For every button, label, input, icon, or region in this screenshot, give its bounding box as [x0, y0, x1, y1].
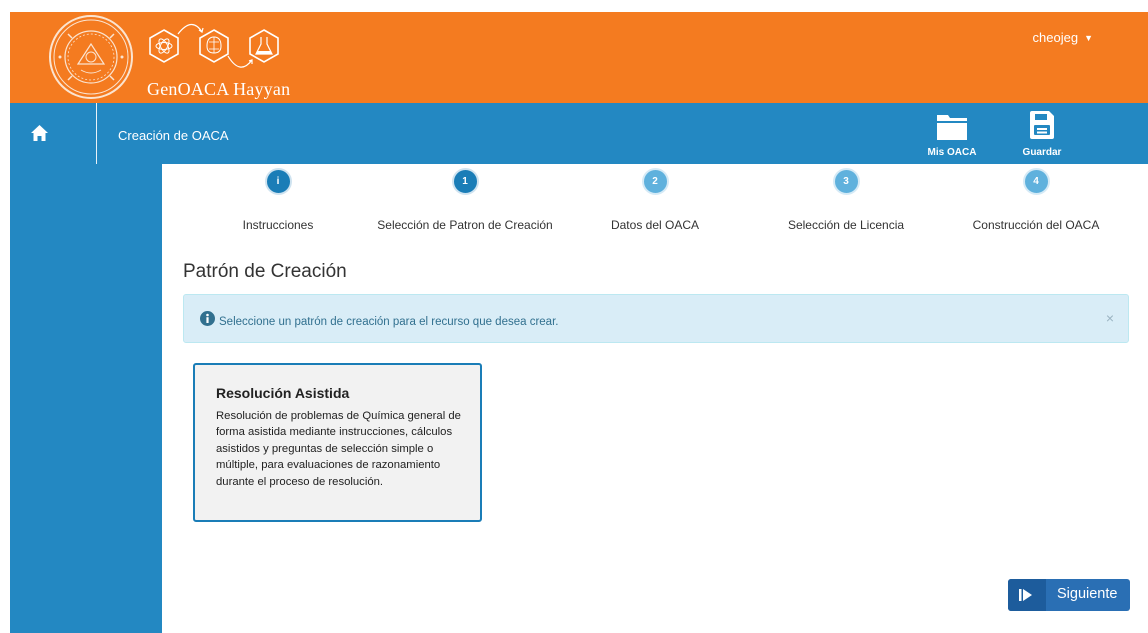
step-construccion-oaca[interactable]: 4 Construcción del OACA	[936, 168, 1136, 232]
genoaca-hexagon-logo	[144, 20, 294, 80]
user-menu[interactable]: cheojeg ▼	[1033, 30, 1093, 45]
brand-name: GenOACA Hayyan	[147, 79, 291, 99]
forward-icon	[1019, 589, 1032, 601]
home-button[interactable]	[10, 103, 96, 164]
caret-down-icon: ▼	[1084, 33, 1093, 43]
guardar-button[interactable]: Guardar	[1012, 107, 1072, 159]
step-label: Construcción del OACA	[972, 218, 1100, 232]
user-name: cheojeg	[1032, 30, 1079, 45]
save-icon	[1030, 111, 1054, 139]
nav-divider	[96, 103, 97, 164]
step-label: Selección de Licencia	[787, 218, 905, 232]
page-title: Patrón de Creación	[183, 261, 347, 282]
home-icon	[31, 125, 48, 141]
step-label: Selección de Patron de Creación	[377, 218, 553, 232]
next-label: Siguiente	[1057, 586, 1118, 602]
top-navbar: Creación de OACA Mis OACA Guardar	[10, 103, 1148, 164]
info-alert: Seleccione un patrón de creación para el…	[183, 294, 1129, 343]
step-marker: 2	[641, 168, 669, 195]
page-breadcrumb: Creación de OACA	[118, 128, 229, 143]
step-label: Datos del OACA	[610, 218, 700, 232]
step-label: Instrucciones	[242, 218, 314, 232]
step-marker: 4	[1022, 168, 1050, 195]
step-instrucciones[interactable]: i Instrucciones	[178, 168, 378, 232]
mis-oaca-button[interactable]: Mis OACA	[922, 107, 982, 159]
step-marker: i	[264, 168, 292, 195]
wizard-steps: i Instrucciones 1 Selección de Patron de…	[162, 168, 1148, 238]
alert-message: Seleccione un patrón de creación para el…	[219, 316, 559, 328]
card-description: Resolución de problemas de Química gener…	[216, 410, 461, 488]
step-seleccion-patron[interactable]: 1 Selección de Patron de Creación	[365, 168, 565, 232]
top-strip	[0, 0, 1148, 12]
folder-icon	[937, 115, 967, 140]
next-icon-box	[1008, 579, 1046, 611]
step-marker: 1	[451, 168, 479, 195]
university-seal-logo	[48, 14, 134, 100]
pattern-card-resolucion-asistida[interactable]: Resolución Asistida Resolución de proble…	[193, 363, 482, 522]
app-header: GenOACA Hayyan cheojeg ▼	[10, 12, 1148, 103]
guardar-label: Guardar	[1022, 147, 1062, 158]
next-button[interactable]: Siguiente	[1008, 579, 1130, 611]
mis-oaca-label: Mis OACA	[927, 147, 977, 158]
step-marker: 3	[832, 168, 860, 195]
card-title: Resolución Asistida	[216, 385, 350, 401]
step-seleccion-licencia[interactable]: 3 Selección de Licencia	[746, 168, 946, 232]
info-icon	[200, 311, 215, 326]
close-icon[interactable]: ×	[1106, 310, 1114, 326]
left-sidebar	[10, 164, 162, 633]
step-datos-oaca[interactable]: 2 Datos del OACA	[555, 168, 755, 232]
